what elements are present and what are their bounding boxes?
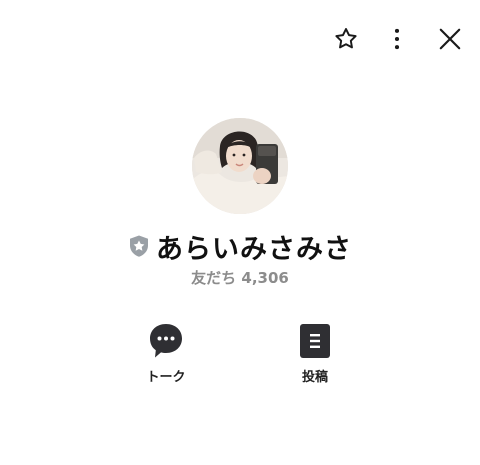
- profile-name-row: あらいみさみさ: [0, 226, 480, 266]
- profile-avatar[interactable]: [192, 118, 288, 214]
- posts-label: 投稿: [301, 370, 328, 385]
- more-vertical-icon: [394, 28, 400, 50]
- shield-star-icon: [130, 235, 148, 257]
- favorite-button[interactable]: [329, 22, 363, 56]
- star-icon: [335, 28, 357, 49]
- friends-count: 友だち 4,306: [191, 269, 289, 287]
- posts-button[interactable]: 投稿: [270, 322, 360, 385]
- profile-name: あらいみさみさ: [156, 233, 352, 265]
- post-icon: [300, 324, 330, 358]
- avatar-image: [192, 118, 288, 214]
- chat-bubble-icon: [150, 324, 182, 358]
- talk-label: トーク: [146, 370, 186, 385]
- close-button[interactable]: [433, 22, 467, 56]
- close-icon: [439, 28, 461, 50]
- more-options-button[interactable]: [380, 22, 414, 56]
- talk-button[interactable]: トーク: [121, 322, 211, 385]
- profile-screen: あらいみさみさ 友だち 4,306 トーク 投稿: [0, 0, 480, 465]
